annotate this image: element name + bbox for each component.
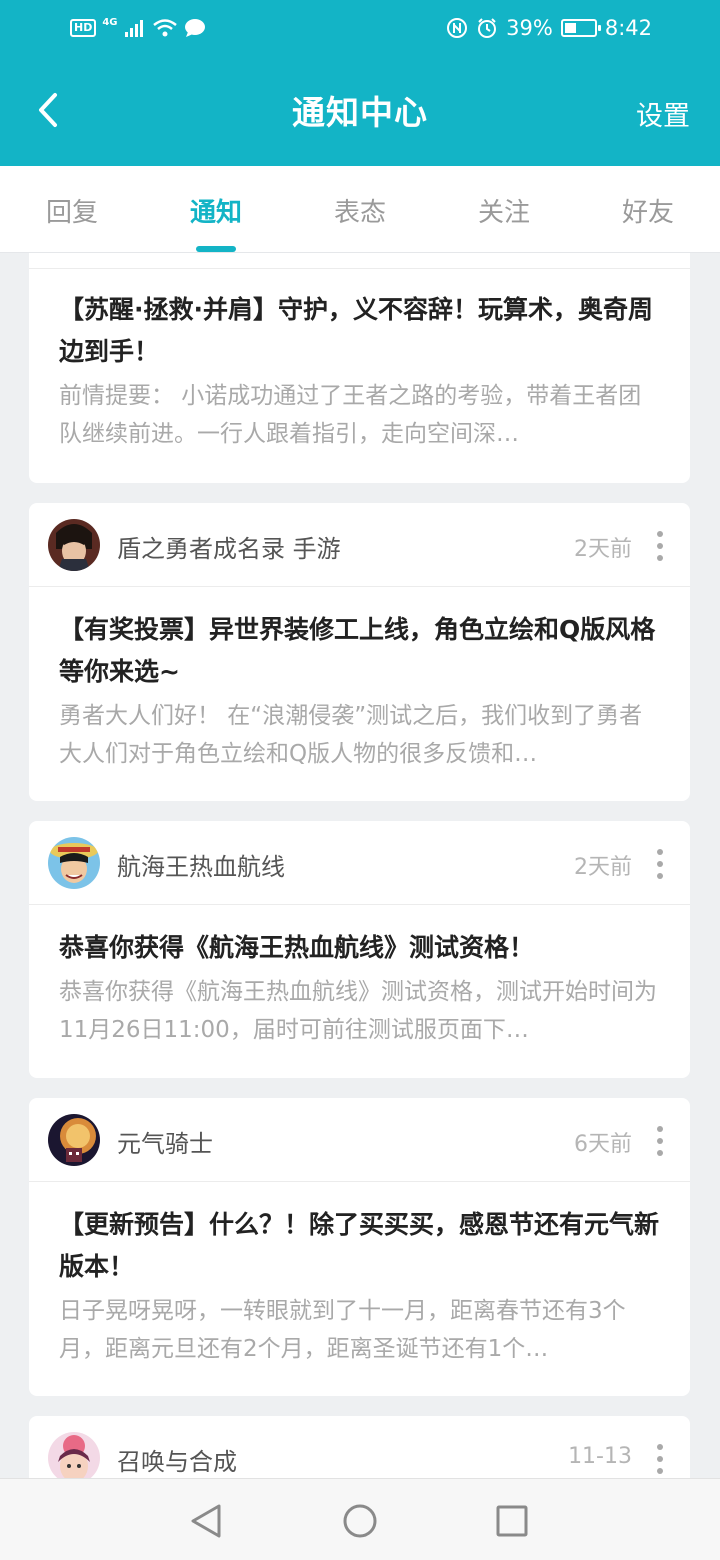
- wifi-icon: [152, 19, 177, 37]
- hd-badge: HD: [70, 19, 97, 37]
- card-header: 召唤与合成 11-13: [29, 1416, 690, 1478]
- alarm-icon: [478, 18, 497, 38]
- avatar[interactable]: [48, 519, 100, 571]
- timestamp: 11-13: [568, 1444, 632, 1469]
- triangle-back-icon: [191, 1504, 221, 1538]
- tab-notify[interactable]: 通知: [156, 192, 276, 229]
- status-left: HD 4G: [70, 14, 206, 42]
- nav-back-button[interactable]: [186, 1501, 226, 1541]
- source-name[interactable]: 元气骑士: [117, 1124, 213, 1159]
- circle-home-icon: [343, 1504, 377, 1538]
- notification-card[interactable]: 元气骑士 6天前 【更新预告】什么？！除了买买买，感恩节还有元气新版本！ 日子晃…: [29, 1098, 690, 1396]
- tab-friends[interactable]: 好友: [588, 192, 708, 229]
- card-desc: 日子晃呀晃呀，一转眼就到了十一月，距离春节还有3个月，距离元旦还有2个月，距离圣…: [59, 1298, 626, 1362]
- card-body: 【有奖投票】异世界装修工上线，角色立绘和Q版风格等你来选~ 勇者大人们好！ 在“…: [29, 587, 690, 773]
- nfc-icon: [447, 18, 468, 38]
- card-header: 盾之勇者成名录 手游 2天前: [29, 503, 690, 587]
- battery-percent: 39%: [506, 16, 553, 40]
- nav-recents-button[interactable]: [492, 1501, 532, 1541]
- shield-hero-avatar-icon: [48, 519, 100, 571]
- notification-card[interactable]: 召唤与合成 11-13: [29, 1416, 690, 1478]
- tab-bar: 回复 通知 表态 关注 好友: [0, 166, 720, 253]
- more-options-icon[interactable]: [654, 849, 666, 879]
- more-options-icon[interactable]: [654, 1444, 666, 1474]
- card-desc: 恭喜你获得《航海王热血航线》测试资格，测试开始时间为11月26日11:00，届时…: [59, 979, 657, 1043]
- one-piece-avatar-icon: [48, 837, 100, 889]
- notification-card[interactable]: 【苏醒·拯救·并肩】守护，义不容辞！玩算术，奥奇周边到手！ 前情提要： 小诺成功…: [29, 253, 690, 483]
- timestamp: 2天前: [574, 855, 632, 880]
- battery-level: [564, 23, 576, 33]
- timestamp: 6天前: [574, 1132, 632, 1157]
- source-name[interactable]: 召唤与合成: [117, 1442, 237, 1477]
- settings-button[interactable]: 设置: [636, 94, 690, 133]
- notification-feed[interactable]: 【苏醒·拯救·并肩】守护，义不容辞！玩算术，奥奇周边到手！ 前情提要： 小诺成功…: [0, 253, 720, 1478]
- status-right: 39% 8:42: [446, 14, 652, 42]
- clock: 8:42: [604, 16, 652, 40]
- notification-card[interactable]: 航海王热血航线 2天前 恭喜你获得《航海王热血航线》测试资格！ 恭喜你获得《航海…: [29, 821, 690, 1078]
- card-title: 【苏醒·拯救·并肩】守护，义不容辞！玩算术，奥奇周边到手！: [59, 295, 653, 366]
- notification-card[interactable]: 盾之勇者成名录 手游 2天前 【有奖投票】异世界装修工上线，角色立绘和Q版风格等…: [29, 503, 690, 801]
- tab-reaction[interactable]: 表态: [300, 192, 420, 229]
- card-title: 【有奖投票】异世界装修工上线，角色立绘和Q版风格等你来选~: [59, 615, 656, 686]
- card-body: 恭喜你获得《航海王热血航线》测试资格！ 恭喜你获得《航海王热血航线》测试资格，测…: [29, 905, 690, 1049]
- more-options-icon[interactable]: [654, 531, 666, 561]
- network-type: 4G: [102, 16, 118, 28]
- square-recents-icon: [496, 1505, 528, 1537]
- signal-icon: [124, 20, 143, 37]
- soul-knight-avatar-icon: [48, 1114, 100, 1166]
- nav-home-button[interactable]: [340, 1501, 380, 1541]
- avatar[interactable]: [48, 837, 100, 889]
- card-title: 恭喜你获得《航海王热血航线》测试资格！: [59, 933, 535, 962]
- summon-merge-avatar-icon: [48, 1432, 100, 1478]
- card-desc: 勇者大人们好！ 在“浪潮侵袭”测试之后，我们收到了勇者大人们对于角色立绘和Q版人…: [59, 703, 643, 767]
- app-header: 通知中心 设置: [0, 56, 720, 166]
- card-body: 【苏醒·拯救·并肩】守护，义不容辞！玩算术，奥奇周边到手！ 前情提要： 小诺成功…: [29, 269, 690, 453]
- more-options-icon[interactable]: [654, 1126, 666, 1156]
- message-icon: [184, 19, 205, 37]
- card-body: 【更新预告】什么？！除了买买买，感恩节还有元气新版本！ 日子晃呀晃呀，一转眼就到…: [29, 1182, 690, 1368]
- card-desc: 前情提要： 小诺成功通过了王者之路的考验，带着王者团队继续前进。一行人跟着指引，…: [59, 383, 642, 447]
- avatar[interactable]: [48, 1432, 100, 1478]
- tab-follow[interactable]: 关注: [444, 192, 564, 229]
- card-title: 【更新预告】什么？！除了买买买，感恩节还有元气新版本！: [59, 1210, 660, 1281]
- source-name[interactable]: 航海王热血航线: [117, 847, 285, 882]
- timestamp: 2天前: [574, 537, 632, 562]
- avatar[interactable]: [48, 1114, 100, 1166]
- page-title: 通知中心: [292, 93, 428, 132]
- status-bar: HD 4G 39% 8:42: [0, 0, 720, 56]
- card-header: 航海王热血航线 2天前: [29, 821, 690, 905]
- battery-icon: [560, 19, 601, 37]
- system-nav-bar: [0, 1478, 720, 1560]
- card-header: [29, 253, 690, 269]
- source-name[interactable]: 盾之勇者成名录 手游: [117, 529, 341, 564]
- tab-reply[interactable]: 回复: [12, 192, 132, 229]
- active-tab-indicator: [196, 246, 236, 252]
- card-header: 元气骑士 6天前: [29, 1098, 690, 1182]
